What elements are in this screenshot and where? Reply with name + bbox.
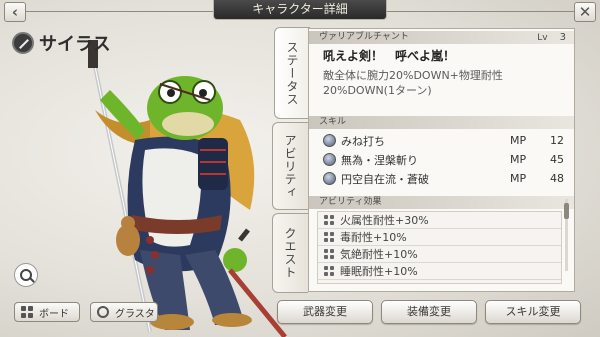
screen-title: キャラクター詳細 <box>213 0 387 20</box>
skill-row[interactable]: みね打ち MP 12 <box>323 131 564 150</box>
sword-emblem-icon <box>12 32 34 54</box>
board-node-icon <box>324 249 334 259</box>
ability-effect-row: 気絶耐性+10% <box>318 246 561 263</box>
mp-cost: 12 <box>550 134 564 147</box>
ability-effect-text: 毒耐性+10% <box>340 231 407 244</box>
chevron-left-icon: ‹ <box>11 3 19 21</box>
skill-row[interactable]: 無為・涅槃斬り MP 45 <box>323 150 564 169</box>
effect-scroll-thumb[interactable] <box>564 203 569 219</box>
ability-effect-text: 睡眠耐性+10% <box>340 265 418 278</box>
level-label: Lv <box>537 33 548 43</box>
board-node-icon <box>21 306 33 318</box>
board-node-icon <box>324 215 334 225</box>
screen: ‹ キャラクター詳細 ✕ サイラス ステータス アビリティ クエスト ヴァリアブ… <box>0 0 600 337</box>
skill-icon <box>323 134 336 147</box>
chant-title: 吼えよ剣！ 呼べよ嵐！ <box>323 49 456 63</box>
equipment-change-button[interactable]: 装備変更 <box>381 300 477 324</box>
mp-label: MP <box>510 134 527 147</box>
mp-cost: 45 <box>550 153 564 166</box>
board-button-label: ボード <box>39 308 69 320</box>
skill-icon <box>323 172 336 185</box>
skill-icon <box>323 153 336 166</box>
back-button[interactable]: ‹ <box>4 2 26 22</box>
board-button[interactable]: ボード <box>14 302 80 322</box>
magnifier-icon[interactable] <box>14 263 38 287</box>
ability-effect-header: アビリティ効果 <box>309 196 574 209</box>
chant-description: 敵全体に腕力20%DOWN+物理耐性20%DOWN(1ターン) <box>323 69 503 97</box>
board-node-icon <box>324 232 334 242</box>
tab-quest[interactable]: クエスト <box>272 213 308 293</box>
skill-name: 円空自在流・蒼破 <box>341 172 429 186</box>
ability-effect-text: 火属性耐性+30% <box>340 214 429 227</box>
tab-ability-label: アビリティ <box>283 133 297 199</box>
skill-section: スキル みね打ち MP 12 無為・涅槃斬り MP 45 円空自在流・蒼破 MP… <box>309 116 574 188</box>
variable-chant-section: ヴァリアブルチャント Lv 3 吼えよ剣！ 呼べよ嵐！ 敵全体に腕力20%DOWN… <box>309 31 574 98</box>
variable-chant-header-label: ヴァリアブルチャント <box>319 32 409 42</box>
ability-effect-text: 気絶耐性+10% <box>340 248 418 261</box>
chant-level: Lv 3 <box>537 31 566 45</box>
effect-scrollbar[interactable] <box>564 199 569 271</box>
variable-chant-header: ヴァリアブルチャント Lv 3 <box>309 31 574 44</box>
character-name: サイラス <box>39 34 111 55</box>
top-bar: ‹ キャラクター詳細 ✕ <box>0 0 600 24</box>
ability-effect-row: 火属性耐性+30% <box>318 212 561 229</box>
character-name-plate: サイラス <box>12 30 111 56</box>
mp-label: MP <box>510 153 527 166</box>
grasta-button-label: グラスタ <box>115 308 155 320</box>
skill-list: みね打ち MP 12 無為・涅槃斬り MP 45 円空自在流・蒼破 MP 48 <box>309 129 574 188</box>
tab-status-label: ステータス <box>285 40 299 106</box>
ability-effect-row: 睡眠耐性+10% <box>318 263 561 280</box>
board-node-icon <box>324 266 334 276</box>
level-value: 3 <box>559 32 566 43</box>
ability-effect-row: 毒耐性+10% <box>318 229 561 246</box>
close-button[interactable]: ✕ <box>574 2 596 22</box>
mp-label: MP <box>510 172 527 185</box>
ability-effect-section: アビリティ効果 火属性耐性+30% 毒耐性+10% 気絶耐性+10% 睡眠耐性+… <box>309 196 574 284</box>
skill-name: みね打ち <box>341 134 385 148</box>
weapon-change-button[interactable]: 武器変更 <box>277 300 373 324</box>
character-portrait <box>88 40 287 337</box>
tab-status[interactable]: ステータス <box>274 27 310 119</box>
shoulder-armor <box>198 138 228 190</box>
status-panel: ヴァリアブルチャント Lv 3 吼えよ剣！ 呼べよ嵐！ 敵全体に腕力20%DOWN… <box>308 28 575 292</box>
grasta-icon <box>97 306 109 318</box>
mp-cost: 48 <box>550 172 564 185</box>
skill-header: スキル <box>309 116 574 129</box>
skill-name: 無為・涅槃斬り <box>341 153 418 167</box>
close-icon: ✕ <box>578 3 592 21</box>
tab-ability[interactable]: アビリティ <box>272 122 308 210</box>
skill-change-button[interactable]: スキル変更 <box>485 300 581 324</box>
tab-quest-label: クエスト <box>283 227 297 279</box>
grasta-button[interactable]: グラスタ <box>90 302 158 322</box>
skill-row[interactable]: 円空自在流・蒼破 MP 48 <box>323 169 564 188</box>
ability-effect-list[interactable]: 火属性耐性+30% 毒耐性+10% 気絶耐性+10% 睡眠耐性+10% <box>317 211 562 284</box>
